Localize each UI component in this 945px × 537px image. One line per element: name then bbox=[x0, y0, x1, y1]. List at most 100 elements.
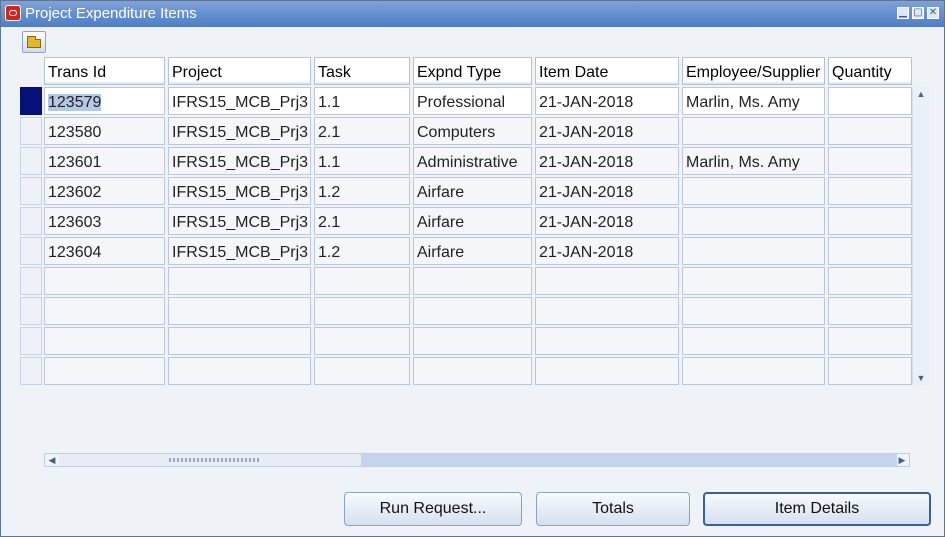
task-cell[interactable]: 2.1 bbox=[314, 117, 410, 145]
window-titlebar[interactable]: Project Expenditure Items ▁ ▢ ✕ bbox=[1, 1, 944, 27]
item-date-cell[interactable]: 21-JAN-2018 bbox=[535, 147, 679, 175]
open-folder-button[interactable] bbox=[22, 31, 46, 53]
trans-id-cell[interactable] bbox=[44, 297, 165, 325]
employee-supplier-cell[interactable]: Marlin, Ms. Amy bbox=[682, 147, 825, 175]
scroll-down-icon[interactable]: ▼ bbox=[913, 371, 929, 385]
close-icon[interactable]: ✕ bbox=[927, 7, 939, 19]
record-indicator[interactable] bbox=[20, 297, 42, 325]
expnd-type-cell[interactable] bbox=[413, 357, 532, 385]
item-date-cell[interactable] bbox=[535, 357, 679, 385]
project-cell[interactable] bbox=[168, 357, 311, 385]
project-cell[interactable]: IFRS15_MCB_Prj3 bbox=[168, 177, 311, 205]
employee-supplier-cell[interactable] bbox=[682, 207, 825, 235]
quantity-cell[interactable] bbox=[828, 147, 912, 175]
totals-button[interactable]: Totals bbox=[536, 492, 690, 526]
record-indicator[interactable] bbox=[20, 237, 42, 265]
quantity-cell[interactable] bbox=[828, 177, 912, 205]
quantity-cell[interactable] bbox=[828, 207, 912, 235]
expnd-type-cell[interactable]: Airfare bbox=[413, 207, 532, 235]
task-cell[interactable] bbox=[314, 357, 410, 385]
trans-id-cell[interactable]: 123602 bbox=[44, 177, 165, 205]
record-indicator[interactable] bbox=[20, 147, 42, 175]
employee-supplier-cell[interactable] bbox=[682, 357, 825, 385]
employee-supplier-cell[interactable] bbox=[682, 327, 825, 355]
quantity-cell[interactable] bbox=[828, 117, 912, 145]
employee-supplier-cell[interactable] bbox=[682, 237, 825, 265]
task-cell[interactable]: 1.1 bbox=[314, 87, 410, 115]
item-date-cell[interactable]: 21-JAN-2018 bbox=[535, 177, 679, 205]
quantity-cell[interactable] bbox=[828, 357, 912, 385]
task-cell[interactable]: 1.2 bbox=[314, 177, 410, 205]
project-cell[interactable]: IFRS15_MCB_Prj3 bbox=[168, 117, 311, 145]
quantity-cell[interactable] bbox=[828, 297, 912, 325]
record-indicator[interactable] bbox=[20, 87, 42, 115]
run-request-button[interactable]: Run Request... bbox=[344, 492, 522, 526]
item-date-cell[interactable]: 21-JAN-2018 bbox=[535, 117, 679, 145]
task-cell[interactable]: 1.1 bbox=[314, 147, 410, 175]
item-date-cell[interactable] bbox=[535, 297, 679, 325]
quantity-cell[interactable] bbox=[828, 87, 912, 115]
project-cell[interactable] bbox=[168, 267, 311, 295]
project-cell[interactable]: IFRS15_MCB_Prj3 bbox=[168, 207, 311, 235]
vertical-scrollbar[interactable]: ▲ ▼ bbox=[912, 87, 929, 385]
expnd-type-cell[interactable]: Professional bbox=[413, 87, 532, 115]
record-indicator[interactable] bbox=[20, 357, 42, 385]
task-cell[interactable] bbox=[314, 297, 410, 325]
record-indicator[interactable] bbox=[20, 117, 42, 145]
expnd-type-cell[interactable]: Airfare bbox=[413, 237, 532, 265]
col-item-date-header[interactable]: Item Date bbox=[535, 57, 679, 85]
minimize-icon[interactable]: ▁ bbox=[897, 7, 909, 19]
project-cell[interactable] bbox=[168, 297, 311, 325]
expnd-type-cell[interactable] bbox=[413, 327, 532, 355]
record-indicator[interactable] bbox=[20, 207, 42, 235]
employee-supplier-cell[interactable] bbox=[682, 267, 825, 295]
record-indicator[interactable] bbox=[20, 177, 42, 205]
item-date-cell[interactable] bbox=[535, 327, 679, 355]
task-cell[interactable]: 1.2 bbox=[314, 237, 410, 265]
project-cell[interactable] bbox=[168, 327, 311, 355]
project-cell[interactable]: IFRS15_MCB_Prj3 bbox=[168, 237, 311, 265]
project-cell[interactable]: IFRS15_MCB_Prj3 bbox=[168, 147, 311, 175]
trans-id-cell[interactable]: 123579 bbox=[44, 87, 165, 115]
expnd-type-cell[interactable] bbox=[413, 297, 532, 325]
col-project-header[interactable]: Project bbox=[168, 57, 311, 85]
expnd-type-cell[interactable]: Computers bbox=[413, 117, 532, 145]
quantity-cell[interactable] bbox=[828, 327, 912, 355]
horizontal-scroll-track[interactable] bbox=[361, 454, 897, 466]
trans-id-cell[interactable] bbox=[44, 327, 165, 355]
trans-id-cell[interactable]: 123603 bbox=[44, 207, 165, 235]
scroll-right-icon[interactable]: ▶ bbox=[895, 454, 909, 466]
employee-supplier-cell[interactable] bbox=[682, 177, 825, 205]
trans-id-cell[interactable]: 123580 bbox=[44, 117, 165, 145]
item-date-cell[interactable]: 21-JAN-2018 bbox=[535, 207, 679, 235]
trans-id-cell[interactable] bbox=[44, 357, 165, 385]
horizontal-scrollbar[interactable]: ◀ ▶ bbox=[44, 453, 910, 467]
task-cell[interactable]: 2.1 bbox=[314, 207, 410, 235]
col-trans-id-header[interactable]: Trans Id bbox=[44, 57, 165, 85]
project-cell[interactable]: IFRS15_MCB_Prj3 bbox=[168, 87, 311, 115]
employee-supplier-cell[interactable] bbox=[682, 297, 825, 325]
expnd-type-cell[interactable]: Airfare bbox=[413, 177, 532, 205]
col-quantity-header[interactable]: Quantity bbox=[828, 57, 912, 85]
scroll-left-icon[interactable]: ◀ bbox=[45, 454, 59, 466]
trans-id-cell[interactable] bbox=[44, 267, 165, 295]
col-expnd-type-header[interactable]: Expnd Type bbox=[413, 57, 532, 85]
employee-supplier-cell[interactable] bbox=[682, 117, 825, 145]
task-cell[interactable] bbox=[314, 267, 410, 295]
item-date-cell[interactable]: 21-JAN-2018 bbox=[535, 237, 679, 265]
employee-supplier-cell[interactable]: Marlin, Ms. Amy bbox=[682, 87, 825, 115]
item-details-button[interactable]: Item Details bbox=[703, 492, 931, 526]
item-date-cell[interactable] bbox=[535, 267, 679, 295]
scroll-up-icon[interactable]: ▲ bbox=[913, 87, 929, 101]
col-employee-supplier-header[interactable]: Employee/Supplier bbox=[682, 57, 825, 85]
quantity-cell[interactable] bbox=[828, 267, 912, 295]
record-indicator[interactable] bbox=[20, 267, 42, 295]
item-date-cell[interactable]: 21-JAN-2018 bbox=[535, 87, 679, 115]
trans-id-cell[interactable]: 123601 bbox=[44, 147, 165, 175]
trans-id-cell[interactable]: 123604 bbox=[44, 237, 165, 265]
quantity-cell[interactable] bbox=[828, 237, 912, 265]
expnd-type-cell[interactable] bbox=[413, 267, 532, 295]
col-task-header[interactable]: Task bbox=[314, 57, 410, 85]
horizontal-scroll-thumb[interactable] bbox=[59, 454, 361, 466]
maximize-icon[interactable]: ▢ bbox=[912, 7, 924, 19]
